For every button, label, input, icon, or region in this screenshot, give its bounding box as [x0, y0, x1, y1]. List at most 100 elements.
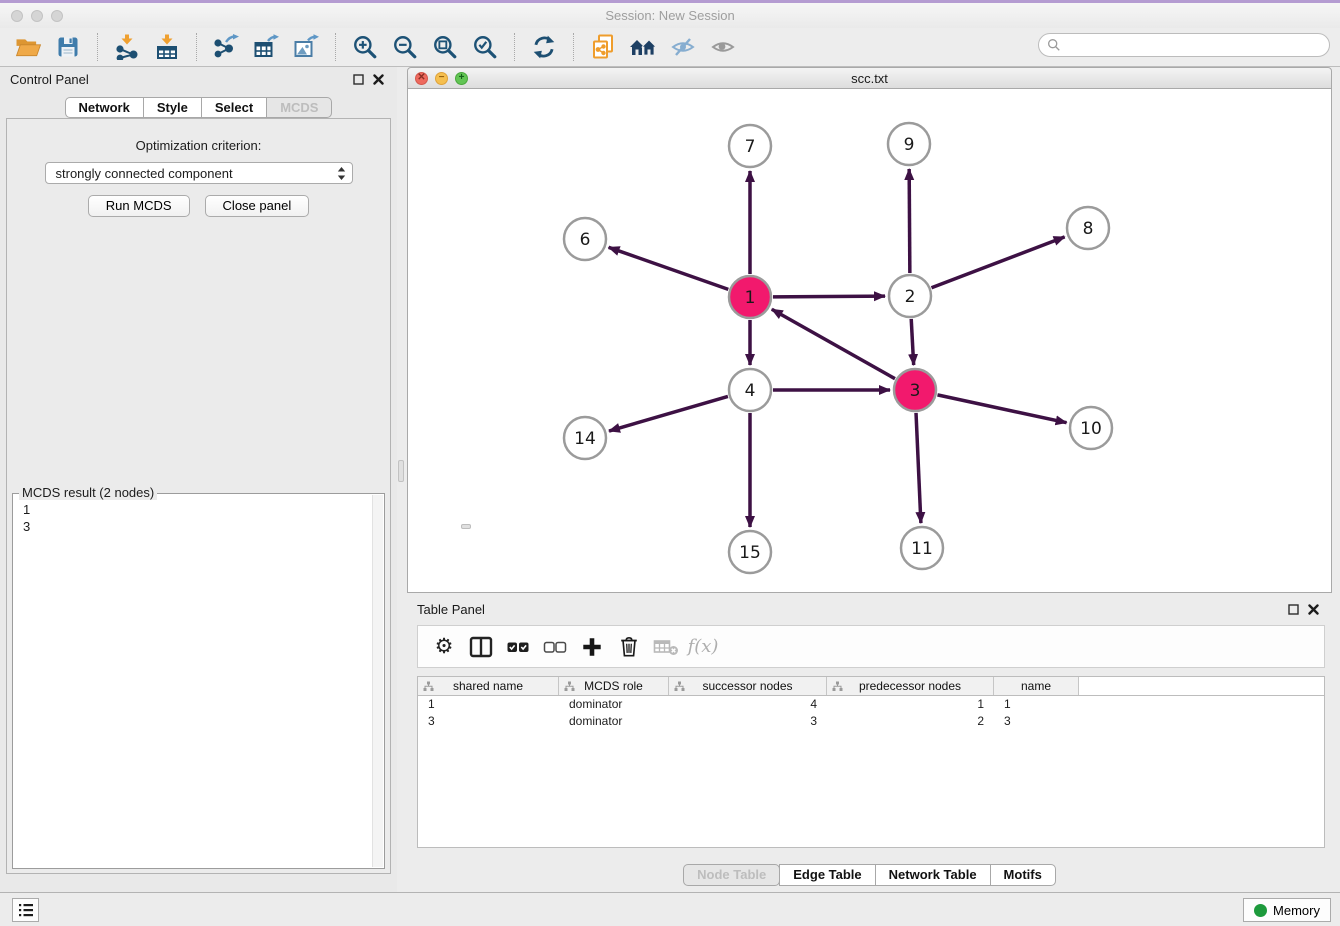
- graph-edge-1-2[interactable]: [773, 296, 885, 297]
- status-bar: Memory: [0, 892, 1340, 926]
- column-type-icon: [832, 681, 843, 692]
- eye-slash-icon: [670, 35, 696, 59]
- run-mcds-button[interactable]: Run MCDS: [88, 195, 190, 217]
- table-panel: Table Panel ⚙: [407, 597, 1332, 892]
- table-cell[interactable]: 1: [994, 696, 1079, 713]
- table-tab-network-table[interactable]: Network Table: [875, 864, 991, 886]
- table-cell[interactable]: 2: [827, 713, 994, 730]
- close-panel-action-button[interactable]: Close panel: [205, 195, 310, 217]
- memory-button[interactable]: Memory: [1243, 898, 1331, 922]
- export-image-button[interactable]: [289, 31, 323, 63]
- table-tab-motifs[interactable]: Motifs: [990, 864, 1056, 886]
- table-tab-node-table[interactable]: Node Table: [683, 864, 780, 886]
- close-table-panel-button[interactable]: [1304, 600, 1322, 618]
- column-header-successor-nodes[interactable]: successor nodes: [669, 677, 827, 695]
- table-row[interactable]: 1dominator411: [418, 696, 1324, 713]
- graph-node-label: 6: [580, 230, 591, 250]
- float-panel-button[interactable]: [349, 70, 367, 88]
- deselect-all-button[interactable]: [540, 630, 570, 664]
- table-cell[interactable]: dominator: [559, 713, 669, 730]
- float-table-panel-button[interactable]: [1284, 600, 1302, 618]
- table-tab-edge-table[interactable]: Edge Table: [779, 864, 875, 886]
- delete-table-icon: [653, 637, 679, 657]
- export-network-button[interactable]: [209, 31, 243, 63]
- table-cell[interactable]: 1: [418, 696, 559, 713]
- graph-node-label: 2: [905, 287, 916, 307]
- add-column-button[interactable]: [577, 630, 607, 664]
- network-canvas[interactable]: 7968124314101511: [407, 89, 1332, 593]
- graph-edge-1-6[interactable]: [609, 247, 729, 289]
- table-row[interactable]: 3dominator323: [418, 713, 1324, 730]
- table-cell[interactable]: dominator: [559, 696, 669, 713]
- export-table-button[interactable]: [249, 31, 283, 63]
- horizontal-splitter-grip[interactable]: [461, 524, 471, 529]
- import-table-button[interactable]: [150, 31, 184, 63]
- criterion-value: strongly connected component: [56, 166, 233, 181]
- tab-select[interactable]: Select: [201, 97, 267, 118]
- zoom-selected-button[interactable]: [468, 31, 502, 63]
- criterion-select[interactable]: strongly connected component: [45, 162, 353, 184]
- column-header-predecessor-nodes[interactable]: predecessor nodes: [827, 677, 994, 695]
- column-header-mcds-role[interactable]: MCDS role: [559, 677, 669, 695]
- memory-status-icon: [1254, 904, 1267, 917]
- vertical-splitter-grip[interactable]: [398, 460, 404, 482]
- mcds-result-title: MCDS result (2 nodes): [19, 485, 157, 500]
- export-network-icon: [213, 34, 239, 60]
- import-network-button[interactable]: [110, 31, 144, 63]
- graph-edge-3-10[interactable]: [937, 395, 1066, 423]
- table-cell[interactable]: 1: [827, 696, 994, 713]
- graph-edge-2-3[interactable]: [911, 319, 913, 365]
- column-header-name[interactable]: name: [994, 677, 1079, 695]
- zoom-fit-button[interactable]: [428, 31, 462, 63]
- show-all-button[interactable]: [706, 31, 740, 63]
- refresh-layout-button[interactable]: [527, 31, 561, 63]
- graph-node-label: 14: [574, 429, 596, 449]
- save-floppy-icon: [56, 35, 80, 59]
- mcds-result-list[interactable]: 1 3: [13, 494, 384, 542]
- zoom-out-button[interactable]: [388, 31, 422, 63]
- graph-edge-4-14[interactable]: [609, 396, 728, 431]
- hide-selected-button[interactable]: [666, 31, 700, 63]
- toolbar-separator: [573, 33, 574, 61]
- plus-icon: [581, 636, 603, 658]
- delete-column-button[interactable]: [614, 630, 644, 664]
- search-icon: [1047, 38, 1061, 52]
- tab-mcds[interactable]: MCDS: [266, 97, 332, 118]
- table-toolbar: ⚙: [417, 625, 1325, 668]
- table-cell[interactable]: 3: [669, 713, 827, 730]
- split-panel-button[interactable]: [466, 630, 496, 664]
- search-input[interactable]: [1065, 36, 1329, 54]
- table-cell[interactable]: 4: [669, 696, 827, 713]
- select-all-button[interactable]: [503, 630, 533, 664]
- open-file-button[interactable]: [11, 31, 45, 63]
- table-options-button[interactable]: ⚙: [429, 630, 459, 664]
- task-history-button[interactable]: [12, 898, 39, 922]
- mcds-result-box: MCDS result (2 nodes) 1 3: [12, 493, 385, 869]
- toolbar-separator: [335, 33, 336, 61]
- save-session-button[interactable]: [51, 31, 85, 63]
- graph-edge-3-11[interactable]: [916, 413, 921, 523]
- first-neighbors-button[interactable]: [626, 31, 660, 63]
- graph-node-label: 4: [745, 381, 756, 401]
- graph-edge-3-1[interactable]: [772, 309, 895, 378]
- checked-boxes-icon: [506, 636, 530, 658]
- delete-table-button[interactable]: [651, 630, 681, 664]
- memory-label: Memory: [1273, 903, 1320, 918]
- function-builder-button[interactable]: f(x): [688, 630, 718, 664]
- graph-node-label: 8: [1083, 219, 1094, 239]
- network-titlebar[interactable]: ✕ − + scc.txt: [407, 67, 1332, 89]
- table-cell[interactable]: 3: [994, 713, 1079, 730]
- close-panel-button[interactable]: [369, 70, 387, 88]
- refresh-icon: [531, 34, 557, 60]
- result-scrollbar[interactable]: [372, 495, 383, 867]
- tab-network[interactable]: Network: [65, 97, 144, 118]
- tab-style[interactable]: Style: [143, 97, 202, 118]
- zoom-in-button[interactable]: [348, 31, 382, 63]
- column-header-shared-name[interactable]: shared name: [418, 677, 559, 695]
- table-header-row: shared nameMCDS rolesuccessor nodesprede…: [418, 677, 1324, 696]
- table-cell[interactable]: 3: [418, 713, 559, 730]
- graph-node-label: 1: [745, 288, 756, 308]
- clone-network-button[interactable]: [586, 31, 620, 63]
- graph-edge-2-8[interactable]: [931, 237, 1064, 288]
- graph-edge-2-9[interactable]: [909, 169, 910, 273]
